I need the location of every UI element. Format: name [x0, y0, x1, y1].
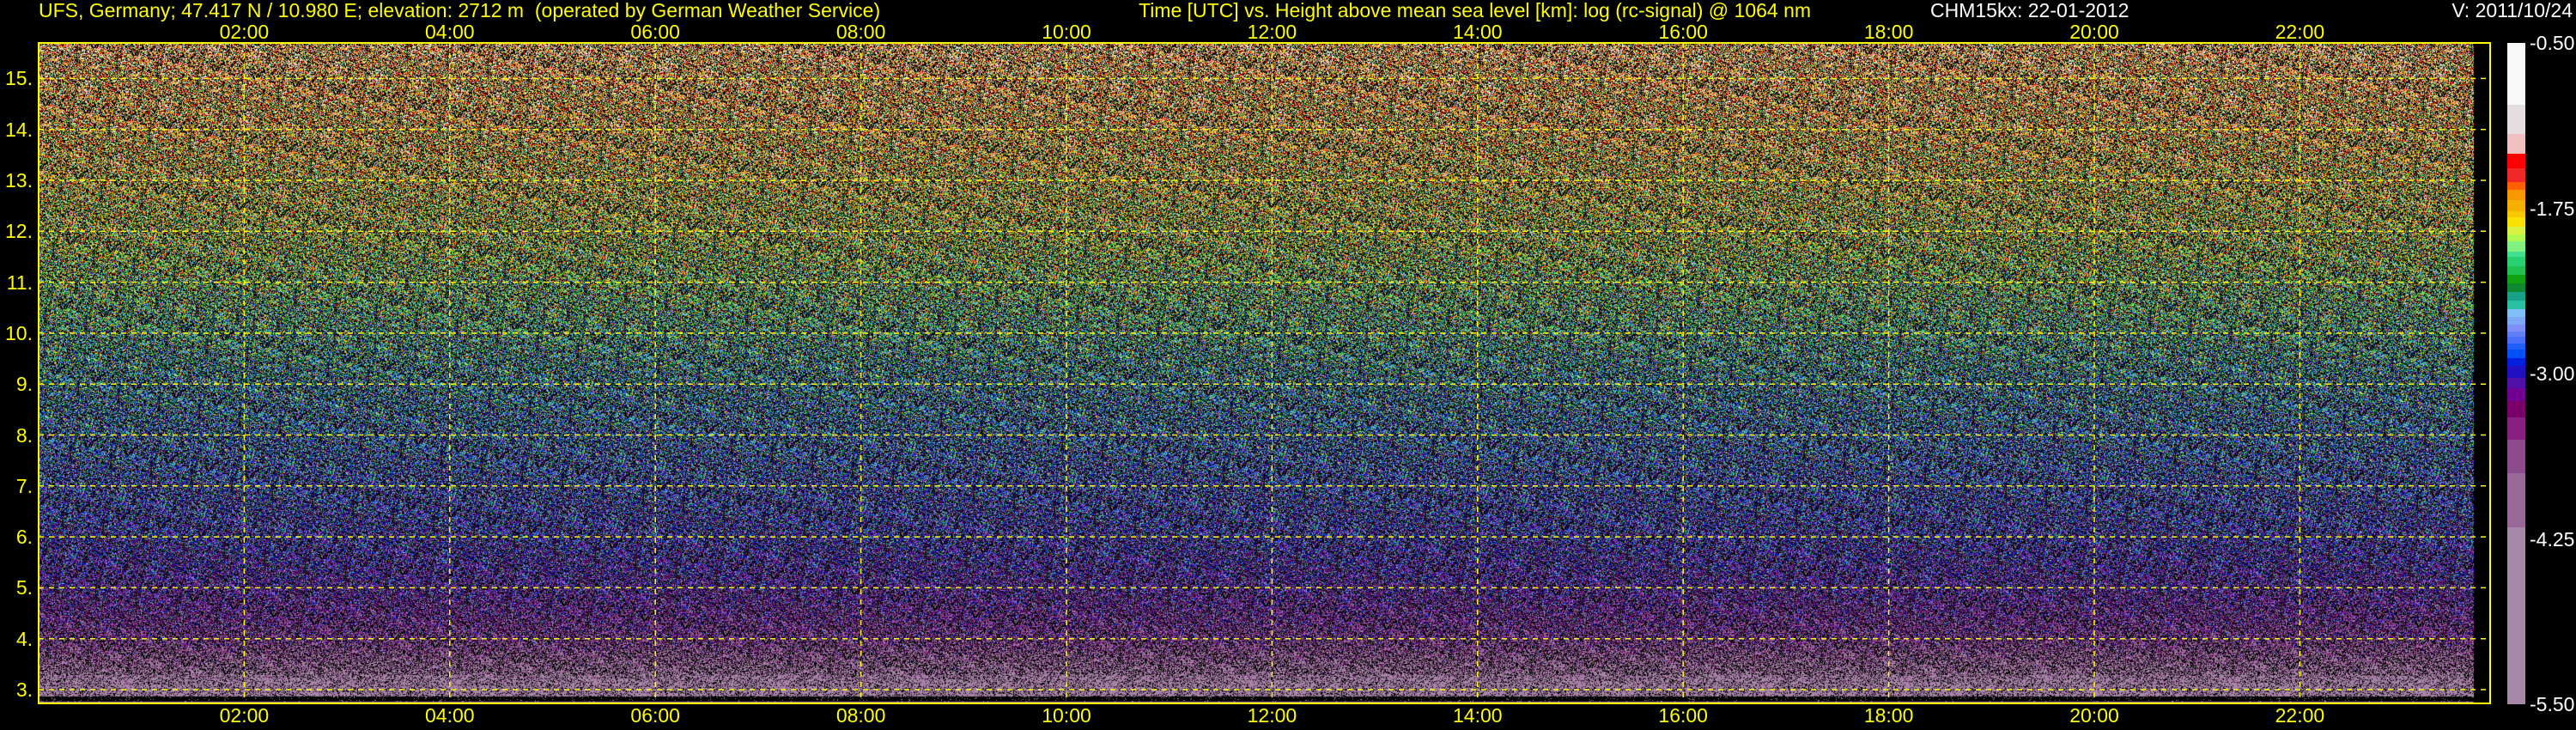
x-tick-label-top: 08:00	[835, 21, 886, 43]
colorbar-segment	[2507, 168, 2525, 183]
colorbar-segment	[2507, 401, 2525, 418]
x-tick-label-top: 04:00	[425, 21, 475, 43]
y-tick-label: 5.	[15, 576, 33, 599]
y-tick-label: 15.	[5, 67, 33, 90]
colorbar-segment	[2507, 200, 2525, 212]
x-tick-label-bottom: 20:00	[2069, 704, 2119, 727]
x-tick-label-top: 14:00	[1453, 21, 1503, 43]
colorbar-segment	[2507, 105, 2525, 135]
y-tick-label: 14.	[5, 118, 33, 141]
x-tick-label-top: 20:00	[2069, 21, 2119, 43]
colorbar-segment	[2507, 217, 2525, 228]
colorbar-segment	[2507, 472, 2525, 528]
colorbar-segment	[2507, 417, 2525, 441]
plot-frame	[38, 42, 2491, 704]
x-tick-label-top: 18:00	[1863, 21, 1914, 43]
x-tick-label-bottom: 04:00	[425, 704, 475, 727]
colorbar-segment	[2507, 440, 2525, 473]
x-tick-label-top: 16:00	[1658, 21, 1708, 43]
y-tick-label: 6.	[15, 526, 33, 549]
y-tick-label: 9.	[15, 373, 33, 396]
y-tick-label: 4.	[15, 627, 33, 650]
x-tick-label-bottom: 14:00	[1453, 704, 1503, 727]
colorbar-segment	[2507, 241, 2525, 252]
y-tick-label: 3.	[15, 678, 33, 701]
colorbar-tick-label: -0.50	[2530, 32, 2575, 54]
colorbar-segment	[2507, 526, 2525, 705]
y-tick-label: 7.	[15, 474, 33, 497]
plot-grid-overlay	[38, 42, 2491, 704]
colorbar-segment	[2507, 274, 2525, 284]
colorbar-segment	[2507, 387, 2525, 402]
x-tick-label-top: 02:00	[219, 21, 270, 43]
x-tick-label-bottom: 16:00	[1658, 704, 1708, 727]
colorbar-tick-label: -4.25	[2530, 527, 2575, 551]
x-tick-label-bottom: 12:00	[1247, 704, 1297, 727]
x-tick-label-bottom: 06:00	[630, 704, 680, 727]
x-tick-label-bottom: 10:00	[1042, 704, 1091, 727]
colorbar-segment	[2507, 257, 2525, 267]
colorbar-segment	[2507, 365, 2525, 379]
y-tick-label: 11.	[6, 271, 33, 294]
colorbar-tick-label: -1.75	[2530, 197, 2575, 220]
y-tick-label: 8.	[15, 423, 33, 447]
colorbar-segment	[2507, 154, 2525, 169]
colorbar-segment	[2507, 189, 2525, 201]
x-tick-label-bottom: 22:00	[2275, 704, 2325, 727]
x-tick-label-top: 22:00	[2275, 21, 2325, 43]
colorbar-tick-label: -5.50	[2530, 693, 2575, 715]
x-tick-label-top: 06:00	[630, 21, 680, 43]
x-tick-label-top: 10:00	[1042, 21, 1091, 43]
colorbar-tick-label: -3.00	[2530, 362, 2575, 385]
colorbar-segment	[2507, 291, 2525, 301]
y-tick-label: 10.	[5, 321, 33, 344]
y-tick-label: 13.	[5, 169, 33, 192]
colorbar-segment	[2507, 377, 2525, 389]
x-tick-label-top: 12:00	[1247, 21, 1297, 43]
colorbar-segment	[2507, 134, 2525, 155]
x-tick-label-bottom: 08:00	[835, 704, 886, 727]
x-tick-label-bottom: 02:00	[219, 704, 270, 727]
y-tick-label: 12.	[5, 220, 33, 243]
x-tick-label-bottom: 18:00	[1863, 704, 1914, 727]
colorbar-segment	[2507, 43, 2525, 106]
